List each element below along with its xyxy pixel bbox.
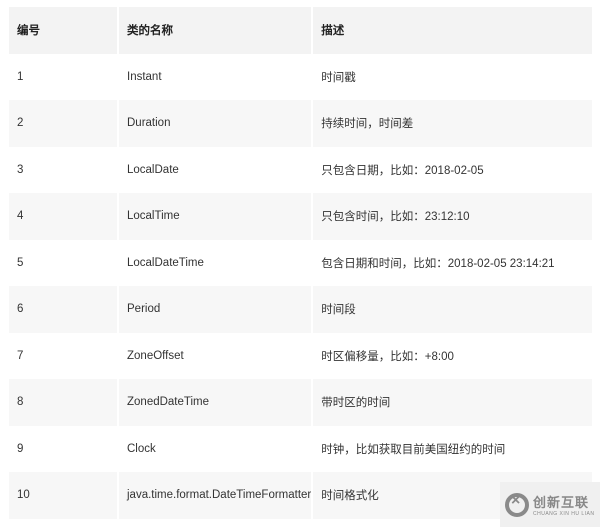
cell-description: 带时区的时间 [313, 379, 592, 426]
cell-description: 时间段 [313, 286, 592, 333]
cell-class-name: ZoneOffset [119, 332, 312, 379]
cell-class-name: Instant [119, 53, 312, 100]
cell-number: 2 [9, 100, 117, 147]
cell-class-name: Duration [119, 100, 312, 147]
table-row: 4 LocalTime 只包含时间，比如：23:12:10 [9, 193, 592, 240]
table-row: 9 Clock 时钟，比如获取目前美国纽约的时间 [9, 425, 592, 472]
cell-class-name: LocalDateTime [119, 239, 312, 286]
cell-description: 时区偏移量，比如：+8:00 [313, 332, 592, 379]
cell-number: 5 [9, 239, 117, 286]
cell-number: 3 [9, 146, 117, 193]
cell-number: 8 [9, 379, 117, 426]
cell-number: 9 [9, 425, 117, 472]
watermark-subtitle: CHUANG XIN HU LIAN [533, 511, 595, 517]
cell-class-name: LocalDate [119, 146, 312, 193]
cell-description: 只包含日期，比如：2018-02-05 [313, 146, 592, 193]
cell-description: 包含日期和时间，比如：2018-02-05 23:14:21 [313, 239, 592, 286]
header-number: 编号 [9, 7, 117, 54]
cell-class-name: Clock [119, 425, 312, 472]
table-row: 7 ZoneOffset 时区偏移量，比如：+8:00 [9, 332, 592, 379]
table-row: 6 Period 时间段 [9, 286, 592, 333]
cell-number: 1 [9, 53, 117, 100]
header-description: 描述 [313, 7, 592, 54]
cell-description: 时间戳 [313, 53, 592, 100]
table-row: 8 ZonedDateTime 带时区的时间 [9, 379, 592, 426]
header-class-name: 类的名称 [119, 7, 312, 54]
logo-icon [505, 492, 529, 517]
cell-description: 只包含时间，比如：23:12:10 [313, 193, 592, 240]
table-row: 1 Instant 时间戳 [9, 53, 592, 100]
cell-number: 6 [9, 286, 117, 333]
table-row: 2 Duration 持续时间，时间差 [9, 100, 592, 147]
cell-number: 10 [9, 472, 117, 519]
cell-class-name: ZonedDateTime [119, 379, 312, 426]
cell-description: 时钟，比如获取目前美国纽约的时间 [313, 425, 592, 472]
watermark-title: 创新互联 [533, 495, 590, 510]
cell-class-name: LocalTime [119, 193, 312, 240]
table-row: 3 LocalDate 只包含日期，比如：2018-02-05 [9, 146, 592, 193]
java-time-classes-table: 编号 类的名称 描述 1 Instant 时间戳 2 Duration 持续时间，时间差 3… [7, 7, 594, 519]
cell-class-name: java.time.format.DateTimeFormatter [119, 472, 312, 519]
watermark-logo: 创新互联 CHUANG XIN HU LIAN [500, 482, 600, 527]
table-header-row: 编号 类的名称 描述 [9, 7, 592, 54]
cell-number: 7 [9, 332, 117, 379]
cell-class-name: Period [119, 286, 312, 333]
cell-number: 4 [9, 193, 117, 240]
table-row: 5 LocalDateTime 包含日期和时间，比如：2018-02-05 23:1… [9, 239, 592, 286]
cell-description: 持续时间，时间差 [313, 100, 592, 147]
